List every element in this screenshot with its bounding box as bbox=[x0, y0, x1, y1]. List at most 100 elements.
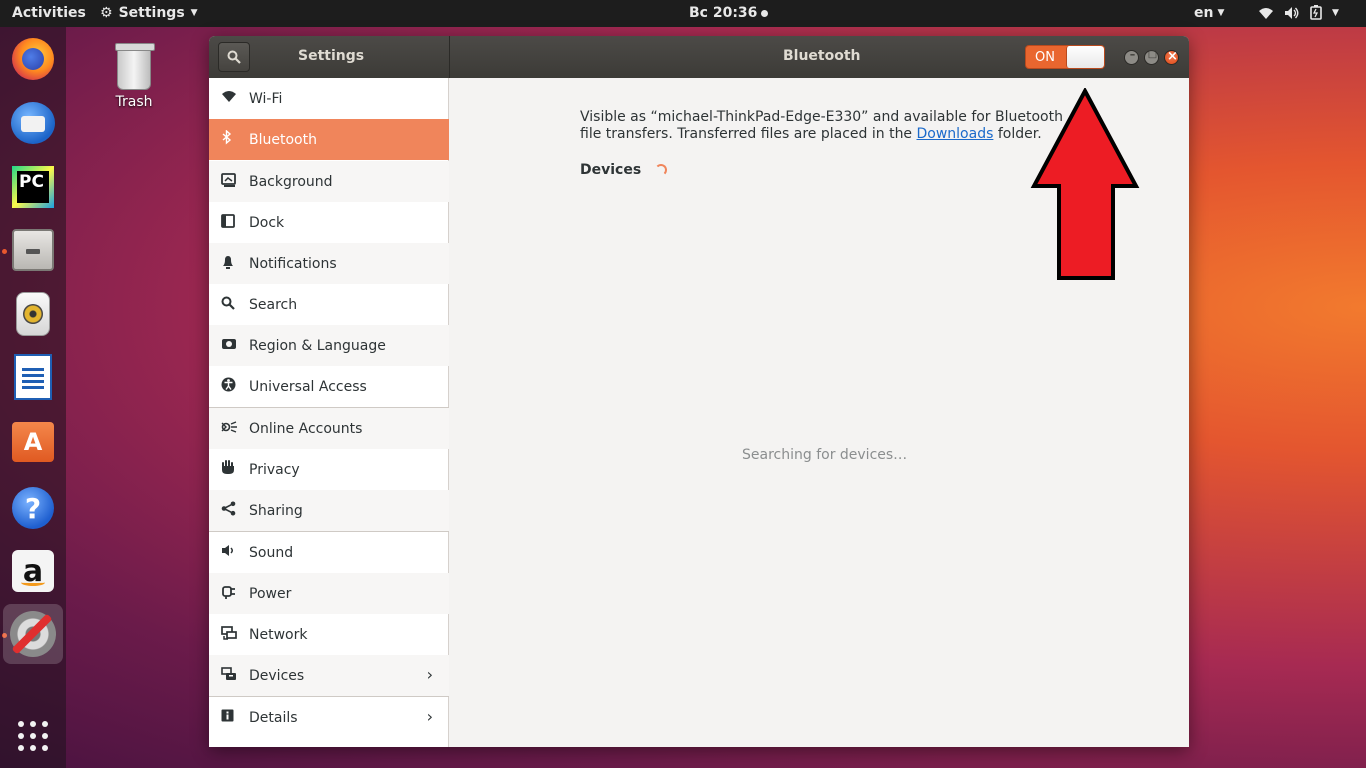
downloads-link[interactable]: Downloads bbox=[917, 126, 994, 142]
wifi-icon bbox=[209, 90, 249, 107]
sidebar-item-power[interactable]: Power bbox=[209, 573, 449, 614]
rhythmbox-icon bbox=[16, 292, 50, 336]
network-icon bbox=[209, 625, 249, 644]
sidebar-item-region-language[interactable]: Region & Language bbox=[209, 325, 449, 366]
volume-icon bbox=[1285, 6, 1299, 19]
firefox-icon bbox=[12, 38, 54, 80]
hand-icon bbox=[209, 460, 249, 479]
dock: PC A ? a bbox=[0, 27, 66, 768]
sidebar-item-search[interactable]: Search bbox=[209, 284, 449, 325]
close-button[interactable] bbox=[1164, 49, 1180, 65]
sidebar-item-devices[interactable]: Devices › bbox=[209, 655, 449, 696]
page-title: Bluetooth bbox=[783, 48, 861, 64]
sidebar-item-label: Wi-Fi bbox=[249, 90, 283, 107]
background-icon bbox=[209, 172, 249, 191]
power-plug-icon bbox=[209, 584, 249, 603]
sidebar-item-label: Network bbox=[249, 626, 308, 643]
sidebar-item-label: Sound bbox=[249, 544, 294, 561]
chevron-right-icon: › bbox=[426, 707, 433, 726]
gear-icon: ⚙ bbox=[100, 5, 113, 21]
dock-settings[interactable] bbox=[3, 604, 63, 664]
sidebar-item-privacy[interactable]: Privacy bbox=[209, 449, 449, 490]
sidebar-item-wifi[interactable]: Wi-Fi bbox=[209, 78, 449, 119]
activities-button[interactable]: Activities bbox=[12, 5, 86, 21]
sidebar-item-online-accounts[interactable]: Online Accounts bbox=[209, 408, 449, 449]
maximize-button[interactable] bbox=[1144, 49, 1160, 65]
sidebar-title: Settings bbox=[298, 48, 365, 64]
sidebar-item-label: Details bbox=[249, 709, 298, 726]
search-icon bbox=[209, 296, 249, 314]
dock-pycharm[interactable]: PC bbox=[9, 163, 57, 211]
sidebar-item-notifications[interactable]: Notifications bbox=[209, 243, 449, 284]
dock-files[interactable] bbox=[9, 226, 57, 274]
sidebar-item-dock[interactable]: Dock bbox=[209, 202, 449, 243]
accessibility-icon bbox=[209, 377, 249, 396]
dock-rhythmbox[interactable] bbox=[9, 290, 57, 338]
header-bar: Settings Bluetooth ON bbox=[209, 36, 1189, 78]
chevron-down-icon: ▼ bbox=[1332, 7, 1339, 18]
notification-dot-icon bbox=[761, 9, 769, 17]
sidebar: Wi-Fi Bluetooth Background Dock Notifica… bbox=[209, 78, 449, 747]
searching-status: Searching for devices… bbox=[742, 447, 908, 463]
clock-label: Вс 20:36 bbox=[689, 5, 758, 21]
show-applications-button[interactable] bbox=[9, 712, 57, 760]
bell-icon bbox=[209, 255, 249, 273]
sidebar-item-background[interactable]: Background bbox=[209, 161, 449, 202]
thunderbird-icon bbox=[11, 102, 55, 144]
sidebar-item-bluetooth[interactable]: Bluetooth bbox=[209, 119, 449, 160]
red-arrow-icon bbox=[1030, 88, 1140, 280]
top-bar: Activities ⚙ Settings ▼ Вс 20:36 en ▼ ▼ bbox=[0, 0, 1366, 27]
dock-icon bbox=[209, 213, 249, 232]
sidebar-item-label: Notifications bbox=[249, 255, 337, 272]
visibility-description: Visible as “michael-ThinkPad-Edge-E330” … bbox=[580, 109, 1080, 143]
app-menu-label: Settings bbox=[118, 5, 185, 21]
input-language-menu[interactable]: en ▼ bbox=[1194, 5, 1224, 21]
dock-software[interactable]: A bbox=[9, 418, 57, 466]
writer-icon bbox=[14, 354, 52, 400]
sidebar-item-label: Region & Language bbox=[249, 337, 386, 354]
dock-thunderbird[interactable] bbox=[9, 99, 57, 147]
desktop-trash[interactable]: Trash bbox=[104, 43, 164, 110]
devices-icon bbox=[209, 666, 249, 685]
camera-icon bbox=[209, 337, 249, 354]
loading-spinner-icon bbox=[655, 164, 668, 176]
dock-firefox[interactable] bbox=[9, 35, 57, 83]
running-indicator-icon bbox=[2, 249, 7, 254]
sidebar-item-label: Privacy bbox=[249, 461, 300, 478]
help-icon: ? bbox=[12, 487, 54, 529]
wifi-icon bbox=[1259, 7, 1273, 19]
sidebar-item-universal-access[interactable]: Universal Access bbox=[209, 366, 449, 407]
files-icon bbox=[12, 229, 54, 271]
settings-icon bbox=[10, 611, 56, 657]
search-button[interactable] bbox=[218, 42, 250, 72]
bluetooth-toggle[interactable]: ON bbox=[1025, 45, 1105, 69]
sidebar-header: Settings bbox=[209, 36, 450, 78]
pycharm-icon: PC bbox=[12, 166, 54, 208]
share-icon bbox=[209, 501, 249, 520]
chevron-down-icon: ▼ bbox=[190, 8, 198, 18]
trash-icon bbox=[115, 43, 155, 90]
sidebar-item-label: Universal Access bbox=[249, 378, 367, 395]
chevron-down-icon: ▼ bbox=[1217, 8, 1225, 18]
amazon-icon: a bbox=[12, 550, 54, 592]
system-menu[interactable]: ▼ bbox=[1258, 5, 1339, 20]
sidebar-item-details[interactable]: Details › bbox=[209, 697, 449, 738]
dock-amazon[interactable]: a bbox=[9, 547, 57, 595]
sidebar-item-sound[interactable]: Sound bbox=[209, 532, 449, 573]
clock[interactable]: Вс 20:36 bbox=[689, 5, 769, 21]
chevron-right-icon: › bbox=[426, 665, 433, 684]
toggle-label: ON bbox=[1035, 50, 1055, 65]
toggle-knob bbox=[1066, 46, 1104, 68]
dock-help[interactable]: ? bbox=[9, 484, 57, 532]
sidebar-item-label: Bluetooth bbox=[249, 131, 317, 148]
sidebar-item-sharing[interactable]: Sharing bbox=[209, 490, 449, 531]
battery-icon bbox=[1310, 5, 1322, 20]
sidebar-item-network[interactable]: Network bbox=[209, 614, 449, 655]
search-icon bbox=[227, 50, 241, 64]
info-icon bbox=[209, 709, 249, 726]
minimize-button[interactable] bbox=[1124, 48, 1140, 65]
software-store-icon: A bbox=[12, 422, 54, 462]
app-menu[interactable]: ⚙ Settings ▼ bbox=[100, 5, 198, 21]
language-label: en bbox=[1194, 5, 1214, 21]
dock-writer[interactable] bbox=[9, 353, 57, 401]
